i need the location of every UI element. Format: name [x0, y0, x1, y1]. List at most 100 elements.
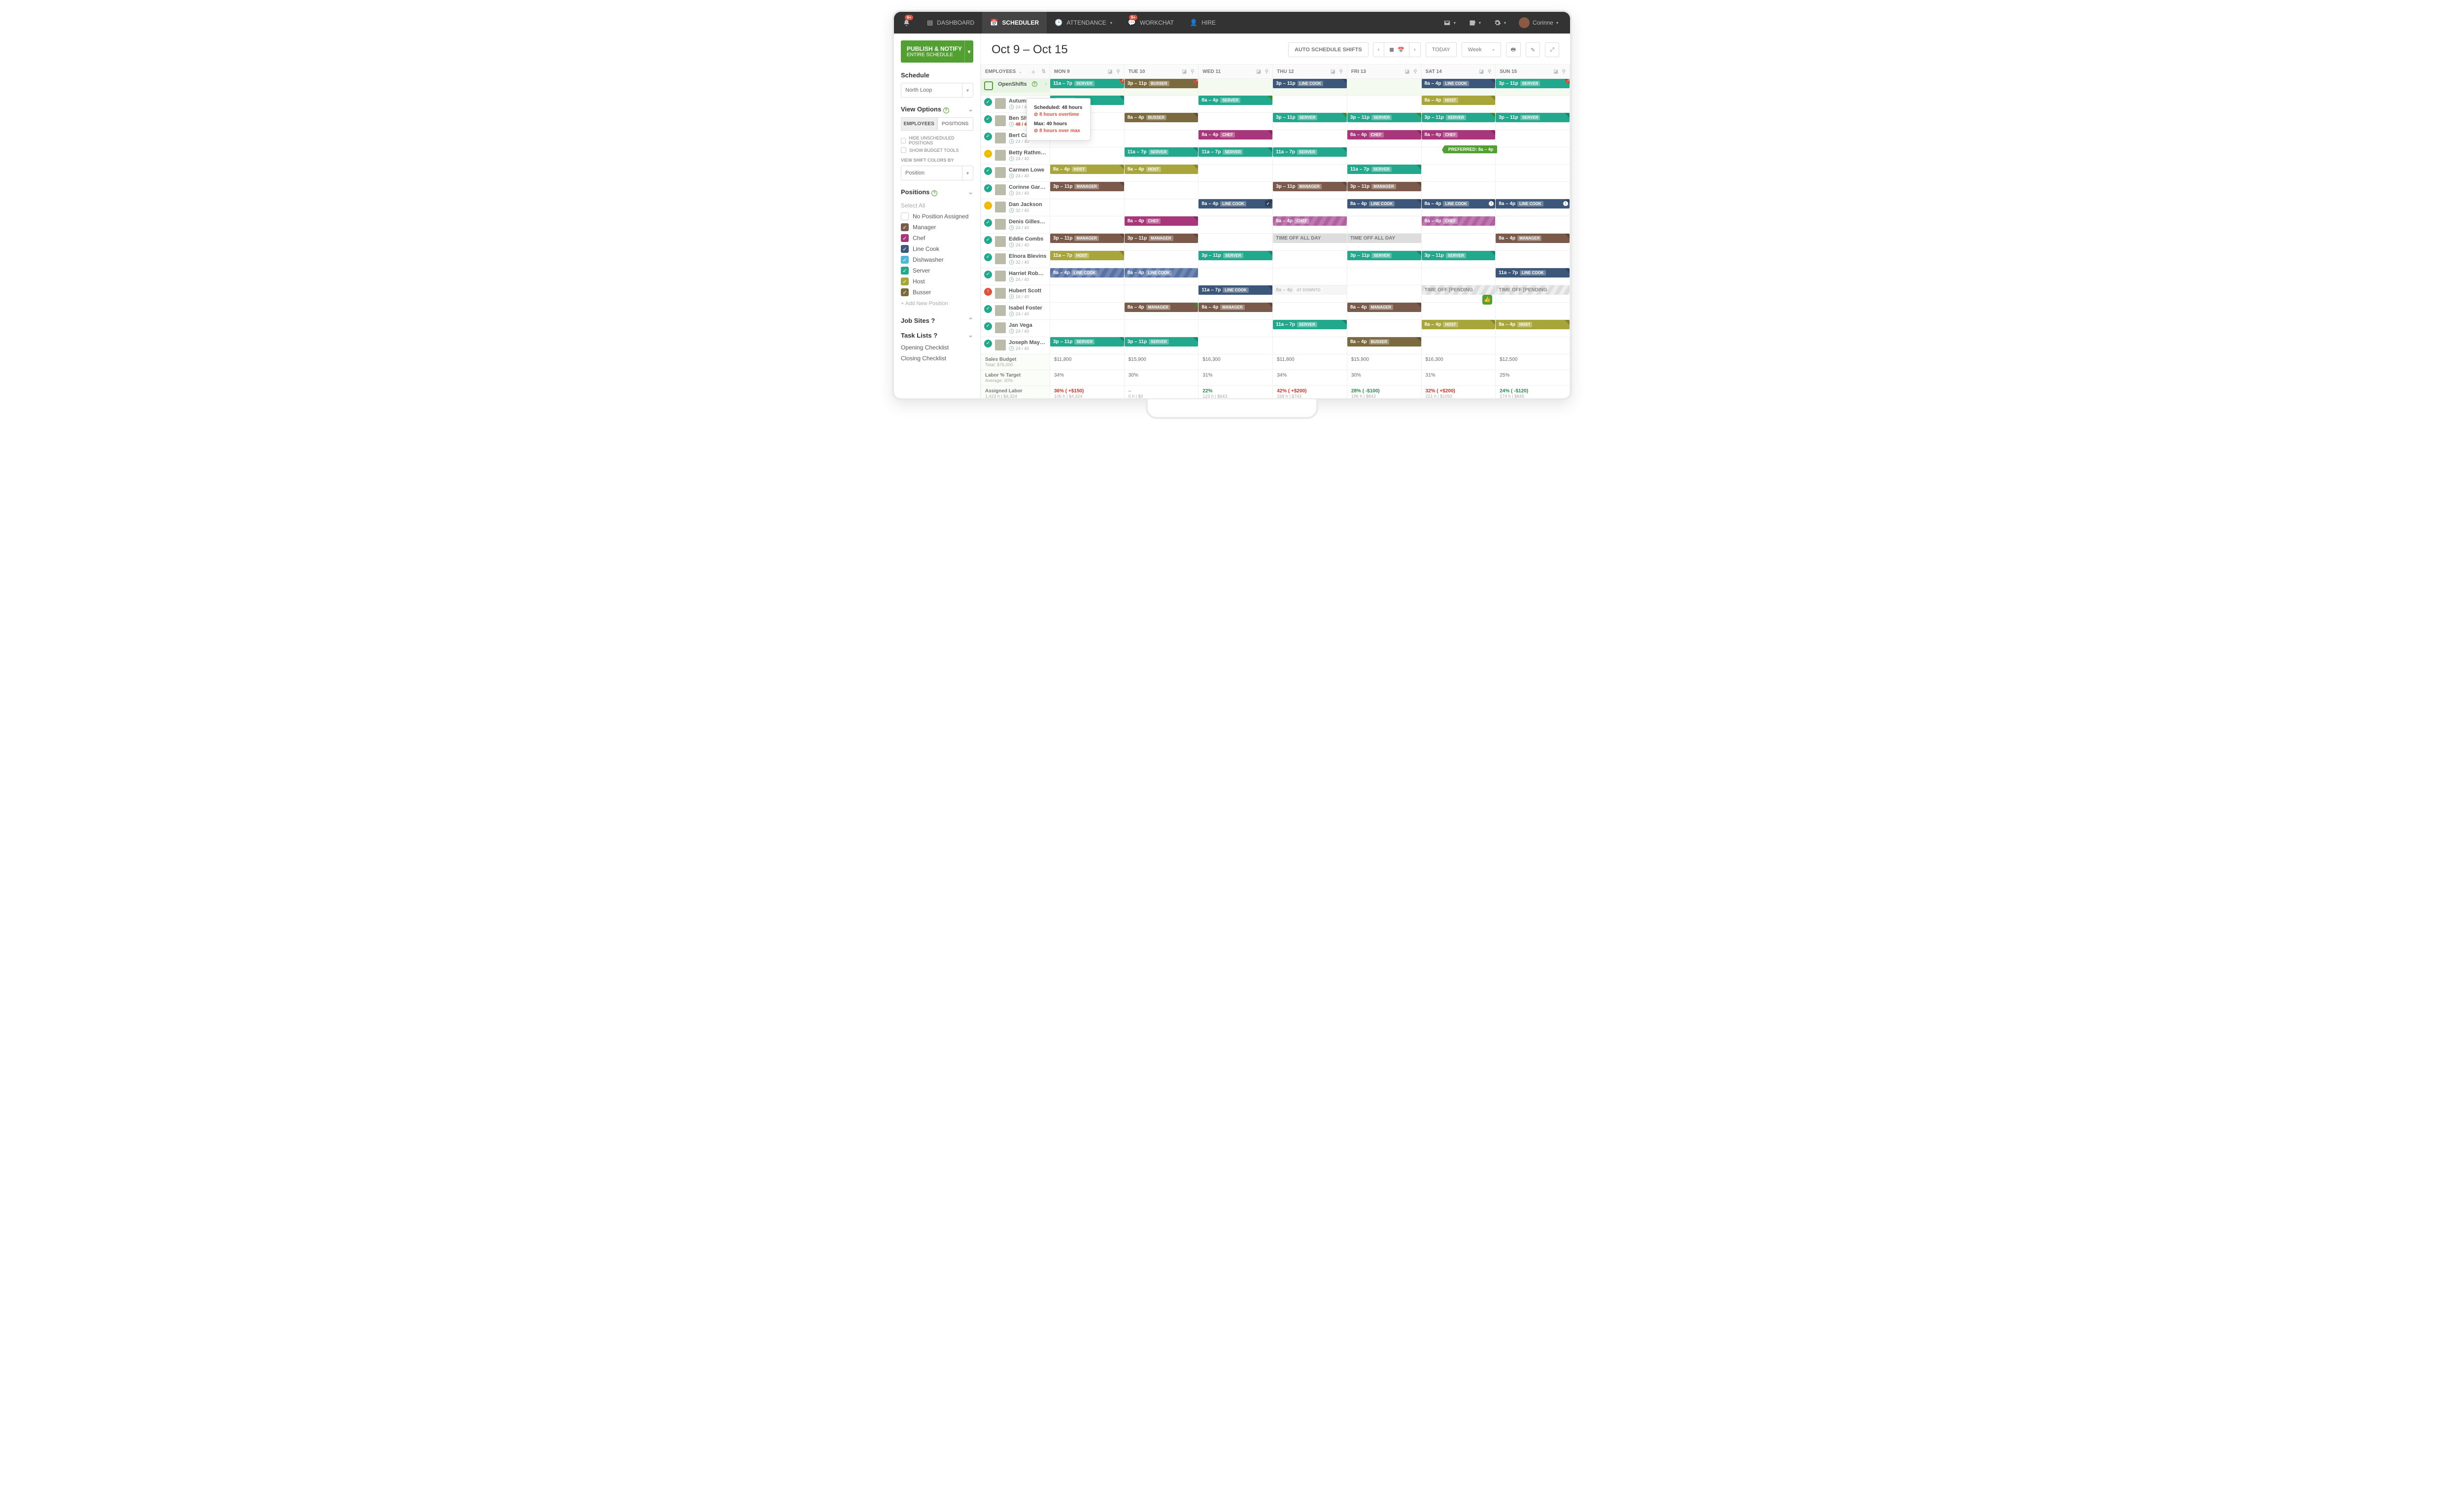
shift[interactable]: 11a – 7pLINE COOK [1496, 268, 1570, 278]
grid-cell[interactable]: 11a – 7pSERVER [1124, 147, 1198, 164]
grid-cell[interactable]: 8a – 4pMANAGER [1124, 302, 1198, 319]
inbox-button[interactable]: ▾ [1438, 12, 1461, 34]
grid-cell[interactable]: 8a – 4pLINE COOK [1347, 199, 1421, 216]
shift[interactable]: TIME OFF [PENDING [1496, 285, 1570, 295]
grid-cell[interactable]: 8a – 4pLINE COOK! [1496, 199, 1570, 216]
help-icon[interactable]: ? [943, 107, 949, 113]
nav-dashboard[interactable]: ▤DASHBOARD [919, 12, 982, 34]
grid-cell[interactable] [1050, 319, 1125, 337]
positions-label[interactable]: Positions ?⌄ [901, 188, 973, 196]
shift[interactable]: 3p – 11pSERVER [1347, 251, 1421, 260]
jobsites-header[interactable]: Job Sites ?⌃ [901, 316, 973, 324]
shift[interactable]: 3p – 11pSERVER [1198, 251, 1272, 260]
help-icon[interactable]: ? [931, 317, 935, 324]
grid-cell[interactable]: 11a – 7pSERVER2 [1050, 79, 1125, 96]
shift[interactable]: 3p – 11pSERVER [1050, 337, 1124, 347]
shift[interactable]: TIME OFF ALL DAY [1273, 234, 1347, 243]
shift[interactable]: 3p – 11pSERVER [1347, 113, 1421, 122]
auto-schedule-button[interactable]: AUTO SCHEDULE SHIFTS [1288, 42, 1369, 57]
grid-cell[interactable] [1198, 319, 1273, 337]
grid-cell[interactable] [1273, 268, 1347, 285]
shift[interactable]: 11a – 7pSERVER [1273, 320, 1347, 329]
view-options-label[interactable]: View Options ?⌄ [901, 105, 973, 113]
grid-cell[interactable]: 3p – 11pSERVER [1496, 112, 1570, 130]
shift[interactable]: 3p – 11pSERVER [1422, 251, 1496, 260]
grid-cell[interactable]: 3p – 11pMANAGER [1124, 233, 1198, 250]
grid-cell[interactable]: 8a – 4pCHEF [1347, 130, 1421, 147]
shift[interactable]: 8a – 4pMANAGER [1198, 303, 1272, 312]
shift[interactable]: 11a – 7pLINE COOK [1198, 285, 1272, 295]
grid-cell[interactable] [1421, 337, 1496, 354]
shift[interactable]: 8a – 4pLINE COOK✓ [1198, 199, 1272, 208]
grid-cell[interactable]: 8a – 4pMANAGER [1198, 302, 1273, 319]
grid-cell[interactable]: 8a – 4pCHEF [1273, 216, 1347, 233]
position-filter[interactable]: No Position Assigned [901, 211, 973, 222]
shift[interactable]: 8a – 4pLINE COOK! [1496, 199, 1570, 208]
next-button[interactable]: › [1409, 42, 1421, 57]
grid-cell[interactable]: 3p – 11pSERVER [1347, 112, 1421, 130]
note-icon[interactable]: ◪ [1331, 69, 1335, 74]
note-icon[interactable]: ◪ [1182, 69, 1187, 74]
employee-cell[interactable]: ✓Harriet Roberts🕓 24 / 40 [981, 268, 1050, 285]
hide-unscheduled-checkbox[interactable]: HIDE UNSCHEDULED POSITIONS [901, 136, 973, 145]
grid-cell[interactable] [1496, 147, 1570, 164]
grid-cell[interactable] [1421, 181, 1496, 199]
grid-cell[interactable] [1198, 337, 1273, 354]
user-menu[interactable]: Corinne▾ [1514, 12, 1563, 34]
grid-cell[interactable] [1050, 216, 1125, 233]
shift[interactable]: 3p – 11pMANAGER [1050, 182, 1124, 191]
grid-cell[interactable]: TIME OFF [PENDING [1496, 285, 1570, 302]
grid-cell[interactable]: 3p – 11pSERVER [1273, 112, 1347, 130]
shift[interactable]: 8a – 4pHOST [1422, 320, 1496, 329]
grid-cell[interactable]: PREFERRED: 8a – 4p [1421, 147, 1496, 164]
grid-cell[interactable] [1496, 216, 1570, 233]
grid-cell[interactable] [1421, 233, 1496, 250]
shift[interactable]: 11a – 7pSERVER [1347, 165, 1421, 174]
shift[interactable]: 8a – 4pCHEF [1422, 216, 1496, 226]
shift[interactable]: 3p – 11pMANAGER [1347, 182, 1421, 191]
calendar-button[interactable]: 📅 [1384, 42, 1409, 57]
grid-cell[interactable] [1496, 96, 1570, 113]
help-icon[interactable]: ? [1032, 81, 1037, 87]
shift[interactable]: 3p – 11pMANAGER [1125, 234, 1198, 243]
shift[interactable]: TIME OFF ALL DAY [1347, 234, 1421, 243]
note-icon[interactable]: ◪ [1405, 69, 1409, 74]
tasklists-header[interactable]: Task Lists ?⌄ [901, 331, 973, 339]
grid-cell[interactable] [1050, 285, 1125, 302]
grid-cell[interactable]: 3p – 11pMANAGER [1050, 233, 1125, 250]
shift[interactable]: 8a – 4pHOST [1422, 96, 1496, 105]
pin-icon[interactable]: ⚲ [1562, 69, 1566, 74]
grid-cell[interactable]: 8a – 4pBUSSER [1347, 337, 1421, 354]
chevron-down-icon[interactable]: ▾ [964, 40, 973, 63]
thumbs-up-icon[interactable]: 👍 [1482, 295, 1492, 305]
grid-cell[interactable]: 3p – 11pSERVER [1050, 337, 1125, 354]
grid-cell[interactable]: 8a – 4pHOST [1421, 96, 1496, 113]
grid-cell[interactable]: 11a – 7pSERVER [1273, 319, 1347, 337]
grid-cell[interactable]: 8a – 4pMANAGER [1496, 233, 1570, 250]
shift[interactable]: 8a – 4pLINE COOK! [1422, 199, 1496, 208]
shift[interactable]: 8a – 4pMANAGER [1347, 303, 1421, 312]
grid-cell[interactable] [1124, 130, 1198, 147]
grid-cell[interactable]: 8a – 4pLINE COOK [1421, 79, 1496, 96]
grid-cell[interactable]: 3p – 11pSERVER2 [1496, 79, 1570, 96]
shift[interactable]: 3p – 11pSERVER [1422, 113, 1496, 122]
shift[interactable]: 8a – 4pSERVER [1198, 96, 1272, 105]
note-icon[interactable]: ◪ [1108, 69, 1112, 74]
grid-cell[interactable] [1421, 268, 1496, 285]
employee-cell[interactable]: ✓Corinne Garris...🕓 24 / 40 [981, 181, 1050, 199]
range-select[interactable]: Week▾ [1462, 42, 1501, 57]
grid-cell[interactable]: 11a – 7pSERVER [1347, 164, 1421, 181]
pin-icon[interactable]: ⚲ [1116, 69, 1120, 74]
note-icon[interactable]: ◪ [1256, 69, 1261, 74]
shift[interactable]: 8a – 4pCHEF [1273, 216, 1347, 226]
employees-header[interactable]: EMPLOYEES⌄＋⇅ [981, 65, 1050, 79]
shift[interactable]: 8a – 4pCHEF [1347, 130, 1421, 139]
nav-attendance[interactable]: 🕒ATTENDANCE▾ [1047, 12, 1120, 34]
grid-cell[interactable]: 3p – 11pSERVER [1421, 112, 1496, 130]
grid-cell[interactable]: 8a – 4pLINE COOK [1050, 268, 1125, 285]
grid-cell[interactable] [1347, 216, 1421, 233]
add-position[interactable]: + Add New Position [901, 298, 973, 310]
grid-cell[interactable] [1347, 285, 1421, 302]
grid-cell[interactable] [1273, 337, 1347, 354]
help-icon[interactable]: ? [933, 332, 937, 339]
